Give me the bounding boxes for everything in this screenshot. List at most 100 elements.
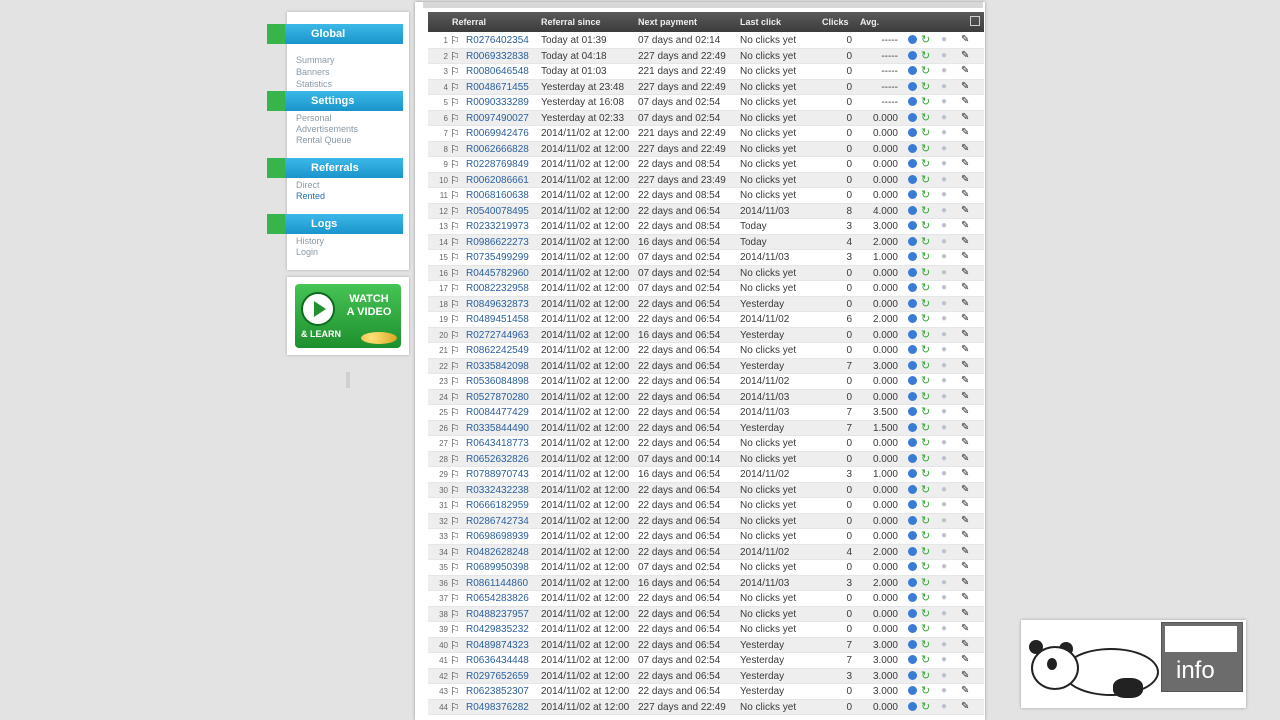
pencil-icon[interactable]: ✎ [961,127,969,138]
globe-icon[interactable] [908,531,917,540]
refresh-arrow-icon[interactable]: ↻ [921,669,930,682]
info-box[interactable]: info [1161,622,1243,692]
referral-id[interactable]: R0228769849 [466,159,529,170]
pencil-icon[interactable]: ✎ [961,112,969,123]
table-row[interactable]: 28 ⚐ R0652632826 2014/11/02 at 12:00 07 days… [428,451,984,467]
nav-link-rental-queue[interactable]: Rental Queue [296,135,352,145]
flag-icon[interactable]: ⚐ [450,670,460,683]
user-icon[interactable]: ● [941,127,947,138]
user-icon[interactable]: ● [941,530,947,541]
nav-link-history[interactable]: History [296,236,324,246]
user-icon[interactable]: ● [941,654,947,665]
refresh-arrow-icon[interactable]: ↻ [921,390,930,403]
pencil-icon[interactable]: ✎ [961,639,969,650]
globe-icon[interactable] [908,221,917,230]
referral-id[interactable]: R0735499299 [466,252,529,263]
user-icon[interactable]: ● [941,623,947,634]
nav-header-referrals[interactable]: Referrals [267,158,403,178]
pencil-icon[interactable]: ✎ [961,282,969,293]
table-row[interactable]: 41 ⚐ R0636434448 2014/11/02 at 12:00 07 days… [428,653,984,669]
refresh-arrow-icon[interactable]: ↻ [921,576,930,589]
globe-icon[interactable] [908,546,917,556]
globe-icon[interactable] [908,670,917,680]
referral-id[interactable]: R0698698939 [466,531,529,542]
flag-icon[interactable]: ⚐ [450,406,460,419]
flag-icon[interactable]: ⚐ [450,608,460,621]
referral-id[interactable]: R0643418773 [466,438,529,449]
table-row[interactable]: 34 ⚐ R0482628248 2014/11/02 at 12:00 22 days… [428,544,984,560]
refresh-arrow-icon[interactable]: ↻ [921,421,930,434]
pencil-icon[interactable]: ✎ [961,623,969,634]
user-icon[interactable]: ● [941,670,947,681]
table-row[interactable]: 43 ⚐ R0623852307 2014/11/02 at 12:00 22 days… [428,684,984,700]
globe-icon[interactable] [908,577,917,587]
globe-icon[interactable] [908,422,917,432]
nav-link-advertisements[interactable]: Advertisements [296,124,358,134]
table-row[interactable]: 9 ⚐ R0228769849 2014/11/02 at 12:00 22 days … [428,157,984,173]
pencil-icon[interactable]: ✎ [961,81,969,92]
refresh-arrow-icon[interactable]: ↻ [921,49,930,62]
video-banner-graphic[interactable]: WATCH A VIDEO & LEARN [295,284,401,348]
col-last-click[interactable]: Last click [740,17,781,27]
user-icon[interactable]: ● [941,515,947,526]
user-icon[interactable]: ● [941,267,947,278]
user-icon[interactable]: ● [941,205,947,216]
flag-icon[interactable]: ⚐ [450,282,460,295]
globe-icon[interactable] [908,500,917,509]
table-row[interactable]: 27 ⚐ R0643418773 2014/11/02 at 12:00 22 days… [428,436,984,452]
nav-link-personal[interactable]: Personal [296,113,332,123]
flag-icon[interactable]: ⚐ [450,143,460,156]
pencil-icon[interactable]: ✎ [961,685,969,696]
refresh-arrow-icon[interactable]: ↻ [921,188,930,201]
user-icon[interactable]: ● [941,375,947,386]
nav-link-banners[interactable]: Banners [296,67,330,77]
globe-icon[interactable] [908,624,917,633]
pencil-icon[interactable]: ✎ [961,158,969,169]
table-row[interactable]: 26 ⚐ R0335844490 2014/11/02 at 12:00 22 days… [428,420,984,436]
globe-icon[interactable] [908,453,917,463]
pencil-icon[interactable]: ✎ [961,375,969,386]
refresh-arrow-icon[interactable]: ↻ [921,64,930,77]
referral-id[interactable]: R0666182959 [466,500,529,511]
flag-icon[interactable]: ⚐ [450,158,460,171]
user-icon[interactable]: ● [941,453,947,464]
refresh-arrow-icon[interactable]: ↻ [921,514,930,527]
globe-icon[interactable] [908,484,917,494]
flag-icon[interactable]: ⚐ [450,592,460,605]
globe-icon[interactable] [908,438,917,447]
globe-icon[interactable] [908,159,917,168]
referral-id[interactable]: R0489451458 [466,314,529,325]
refresh-arrow-icon[interactable]: ↻ [921,281,930,294]
table-row[interactable]: 32 ⚐ R0286742734 2014/11/02 at 12:00 22 days… [428,513,984,529]
refresh-arrow-icon[interactable]: ↻ [921,266,930,279]
flag-icon[interactable]: ⚐ [450,34,460,47]
table-row[interactable]: 44 ⚐ R0498376282 2014/11/02 at 12:00 227 day… [428,699,984,715]
pencil-icon[interactable]: ✎ [961,298,969,309]
table-row[interactable]: 24 ⚐ R0527870280 2014/11/02 at 12:00 22 days… [428,389,984,405]
flag-icon[interactable]: ⚐ [450,360,460,373]
pencil-icon[interactable]: ✎ [961,701,969,712]
globe-icon[interactable] [908,143,917,153]
pencil-icon[interactable]: ✎ [961,360,969,371]
refresh-arrow-icon[interactable]: ↻ [921,467,930,480]
referral-id[interactable]: R0090333289 [466,97,529,108]
flag-icon[interactable]: ⚐ [450,298,460,311]
referral-id[interactable]: R0540078495 [466,206,529,217]
globe-icon[interactable] [908,701,917,711]
refresh-arrow-icon[interactable]: ↻ [921,173,930,186]
flag-icon[interactable]: ⚐ [450,437,460,450]
refresh-arrow-icon[interactable]: ↻ [921,33,930,46]
table-row[interactable]: 2 ⚐ R0069332838 Today at 04:18 227 days and … [428,48,984,64]
table-row[interactable]: 21 ⚐ R0862242549 2014/11/02 at 12:00 22 days… [428,343,984,359]
referral-id[interactable]: R0335842098 [466,361,529,372]
flag-icon[interactable]: ⚐ [450,251,460,264]
refresh-arrow-icon[interactable]: ↻ [921,111,930,124]
col-avg[interactable]: Avg. [860,17,879,27]
flag-icon[interactable]: ⚐ [450,112,460,125]
user-icon[interactable]: ● [941,251,947,262]
user-icon[interactable]: ● [941,406,947,417]
pencil-icon[interactable]: ✎ [961,546,969,557]
flag-icon[interactable]: ⚐ [450,422,460,435]
user-icon[interactable]: ● [941,81,947,92]
flag-icon[interactable]: ⚐ [450,344,460,357]
